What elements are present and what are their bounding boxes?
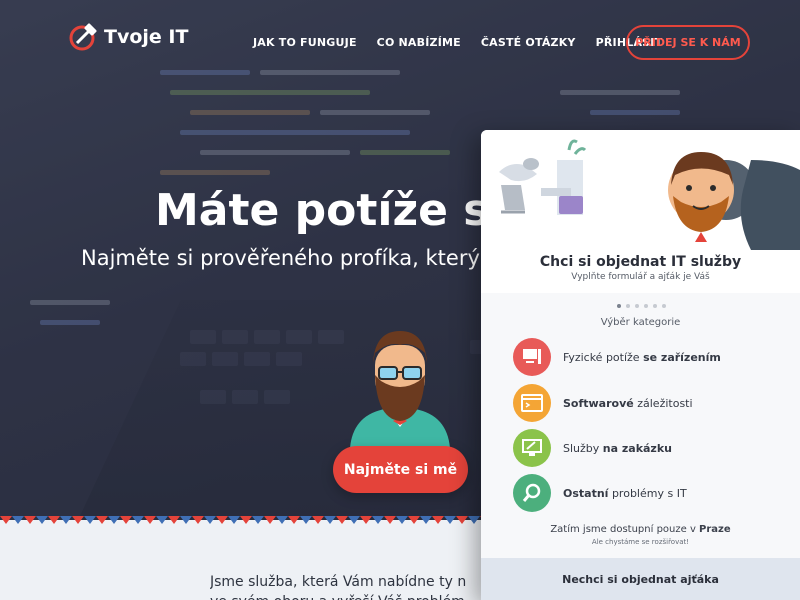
category-heading: Výběr kategorie xyxy=(600,317,681,328)
category-label: Ostatní problémy s IT xyxy=(563,486,687,500)
category-custom-services[interactable]: Služby na zakázku xyxy=(513,429,783,467)
step-dot[interactable] xyxy=(653,304,657,308)
availability-text: Zatím jsme dostupní pouze v Praze xyxy=(550,524,731,535)
panel-header: Chci si objednat IT služby Vyplňte formu… xyxy=(481,130,800,293)
about-line-2: ve svém oboru a vyřeší Váš problém xyxy=(210,592,480,600)
step-indicator xyxy=(617,304,666,308)
about-line-1: Jsme služba, která Vám nabídne ty n xyxy=(210,574,467,590)
magnifier-icon xyxy=(513,474,551,512)
hire-me-button[interactable]: Najměte si mě xyxy=(333,446,468,493)
wrench-logo-icon xyxy=(69,23,97,51)
computer-icon xyxy=(513,338,551,376)
hero-title: Máte potíže s E xyxy=(155,185,535,236)
hero-subtitle: Najměte si prověřeného profíka, který vy xyxy=(81,246,512,270)
availability-note: Ale chystáme se rozšiřovat! xyxy=(591,538,690,546)
about-text: Jsme služba, která Vám nabídne ty n ve s… xyxy=(210,572,480,600)
panel-subtitle: Vyplňte formulář a ajťák je Váš xyxy=(571,272,710,282)
support-illustration xyxy=(499,139,800,250)
join-us-button[interactable]: PŘIDEJ SE K NÁM xyxy=(626,25,750,60)
step-dot[interactable] xyxy=(617,304,621,308)
wrench-monitor-icon xyxy=(513,429,551,467)
brand-name: Tvoje IT xyxy=(104,26,189,48)
category-software[interactable]: Softwarové záležitosti xyxy=(513,384,783,422)
step-dot[interactable] xyxy=(644,304,648,308)
brand-logo[interactable]: Tvoje IT xyxy=(68,22,188,52)
category-label: Softwarové záležitosti xyxy=(563,396,693,410)
main-nav: JAK TO FUNGUJE CO NABÍZÍME ČASTÉ OTÁZKY … xyxy=(253,36,662,49)
category-label: Fyzické potíže se zařízením xyxy=(563,350,721,364)
decline-order-button[interactable]: Nechci si objednat ajťáka xyxy=(481,558,800,600)
terminal-icon xyxy=(513,384,551,422)
order-panel: Chci si objednat IT služby Vyplňte formu… xyxy=(481,130,800,600)
nav-faq[interactable]: ČASTÉ OTÁZKY xyxy=(481,36,576,49)
bearded-man-illustration xyxy=(350,331,450,448)
category-other[interactable]: Ostatní problémy s IT xyxy=(513,474,783,512)
step-dot[interactable] xyxy=(626,304,630,308)
category-label: Služby na zakázku xyxy=(563,441,672,455)
step-dot[interactable] xyxy=(635,304,639,308)
panel-title: Chci si objednat IT služby xyxy=(539,254,742,270)
step-dot[interactable] xyxy=(662,304,666,308)
category-hardware[interactable]: Fyzické potíže se zařízením xyxy=(513,338,783,376)
nav-how-it-works[interactable]: JAK TO FUNGUJE xyxy=(253,36,357,49)
nav-offer[interactable]: CO NABÍZÍME xyxy=(377,36,461,49)
